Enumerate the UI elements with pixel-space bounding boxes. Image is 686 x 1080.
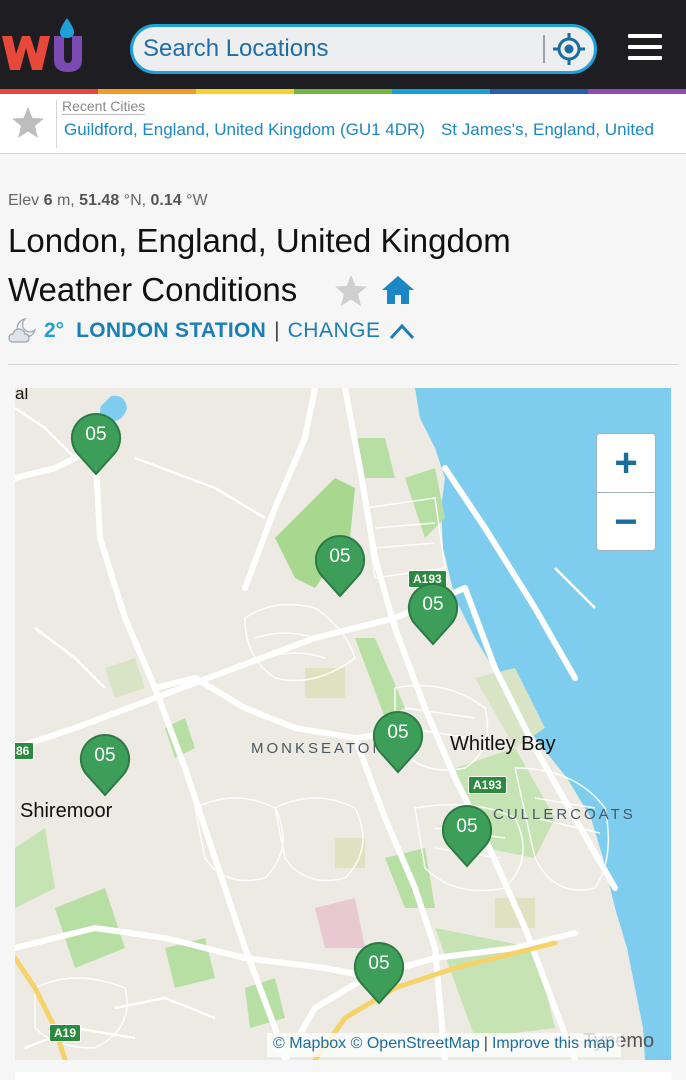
- improve-map-link[interactable]: Improve this map: [492, 1035, 615, 1052]
- station-pin-label: 05: [85, 424, 107, 445]
- search-input[interactable]: [143, 27, 543, 71]
- next-section-card: [15, 1072, 671, 1080]
- search-divider: [543, 35, 545, 63]
- weather-station-map[interactable]: al Whitley Bay MONKSEATON CULLERCOATS Sh…: [15, 388, 671, 1060]
- recent-cities-bar: Recent Cities Guildford, England, United…: [0, 94, 686, 154]
- map-label-shiremoor: Shiremoor: [20, 800, 113, 822]
- elev-value: 6: [43, 192, 53, 209]
- map-attribution: © Mapbox © OpenStreetMap | Improve this ma…: [267, 1033, 621, 1057]
- station-separator: |: [274, 319, 280, 342]
- change-station-button[interactable]: CHANGE: [288, 319, 381, 343]
- station-pin[interactable]: 05: [70, 412, 122, 476]
- section-divider: [8, 364, 678, 365]
- osm-attribution-link[interactable]: © OpenStreetMap: [351, 1035, 480, 1052]
- station-pin[interactable]: 05: [353, 941, 405, 1005]
- road-shield: A193: [468, 776, 507, 794]
- station-pin-label: 05: [422, 594, 444, 615]
- station-pin[interactable]: 05: [372, 710, 424, 774]
- elevation-coordinates: Elev 6 m, 51.48 °N, 0.14 °W: [8, 192, 208, 210]
- station-pin[interactable]: 05: [314, 534, 366, 598]
- map-label-cullercoats: CULLERCOATS: [493, 806, 636, 823]
- map-base[interactable]: [15, 388, 671, 1060]
- road-shield: 86: [15, 742, 35, 760]
- station-row: 2° LONDON STATION | CHANGE: [8, 315, 416, 347]
- latitude-value: 51.48: [79, 192, 120, 209]
- recent-cities-label: Recent Cities: [62, 98, 146, 115]
- longitude-value: 0.14: [150, 192, 182, 209]
- current-temperature: 2°: [44, 319, 65, 342]
- favorite-star-icon[interactable]: [333, 273, 369, 309]
- zoom-out-button[interactable]: −: [597, 493, 655, 550]
- station-pin-label: 05: [94, 745, 116, 766]
- attribution-separator: |: [483, 1035, 488, 1052]
- hamburger-menu-icon[interactable]: [628, 34, 662, 64]
- zoom-controls: + −: [596, 433, 656, 551]
- station-pin-label: 05: [387, 722, 409, 743]
- station-pin-label: 05: [329, 546, 351, 567]
- station-pin-label: 05: [368, 953, 390, 974]
- partly-cloudy-night-icon: [8, 318, 37, 343]
- map-label-whitley-bay: Whitley Bay: [450, 733, 556, 755]
- longitude-unit: °W: [186, 192, 208, 209]
- recent-city-link[interactable]: St James's, England, United: [441, 120, 654, 139]
- station-pin[interactable]: 05: [407, 582, 459, 646]
- wunderground-logo[interactable]: [0, 14, 90, 78]
- road-shield: A19: [49, 1024, 82, 1042]
- elev-prefix: Elev: [8, 192, 40, 209]
- latitude-unit: °N,: [123, 192, 147, 209]
- elev-unit: m,: [56, 192, 75, 209]
- station-pin[interactable]: 05: [79, 733, 131, 797]
- page-title: London, England, United Kingdom: [8, 222, 511, 259]
- station-pin[interactable]: 05: [441, 804, 493, 868]
- home-icon[interactable]: [380, 272, 416, 308]
- zoom-in-button[interactable]: +: [597, 434, 655, 492]
- recent-divider: [56, 100, 57, 148]
- station-name[interactable]: LONDON STATION: [76, 319, 266, 343]
- mapbox-attribution-link[interactable]: © Mapbox: [273, 1035, 346, 1052]
- chevron-up-icon[interactable]: [388, 320, 416, 342]
- top-bar: [0, 0, 686, 94]
- page-subtitle: Weather Conditions: [8, 271, 298, 308]
- map-label-monkseaton: MONKSEATON: [251, 740, 387, 757]
- recent-city-link[interactable]: Guildford, England, United Kingdom (GU1 …: [64, 120, 425, 139]
- locate-icon[interactable]: [551, 31, 587, 67]
- recent-cities-list: Guildford, England, United Kingdom (GU1 …: [64, 120, 670, 140]
- star-icon[interactable]: [10, 105, 46, 141]
- search-box: [130, 24, 597, 74]
- station-pin-label: 05: [456, 816, 478, 837]
- map-label: al: [15, 388, 29, 403]
